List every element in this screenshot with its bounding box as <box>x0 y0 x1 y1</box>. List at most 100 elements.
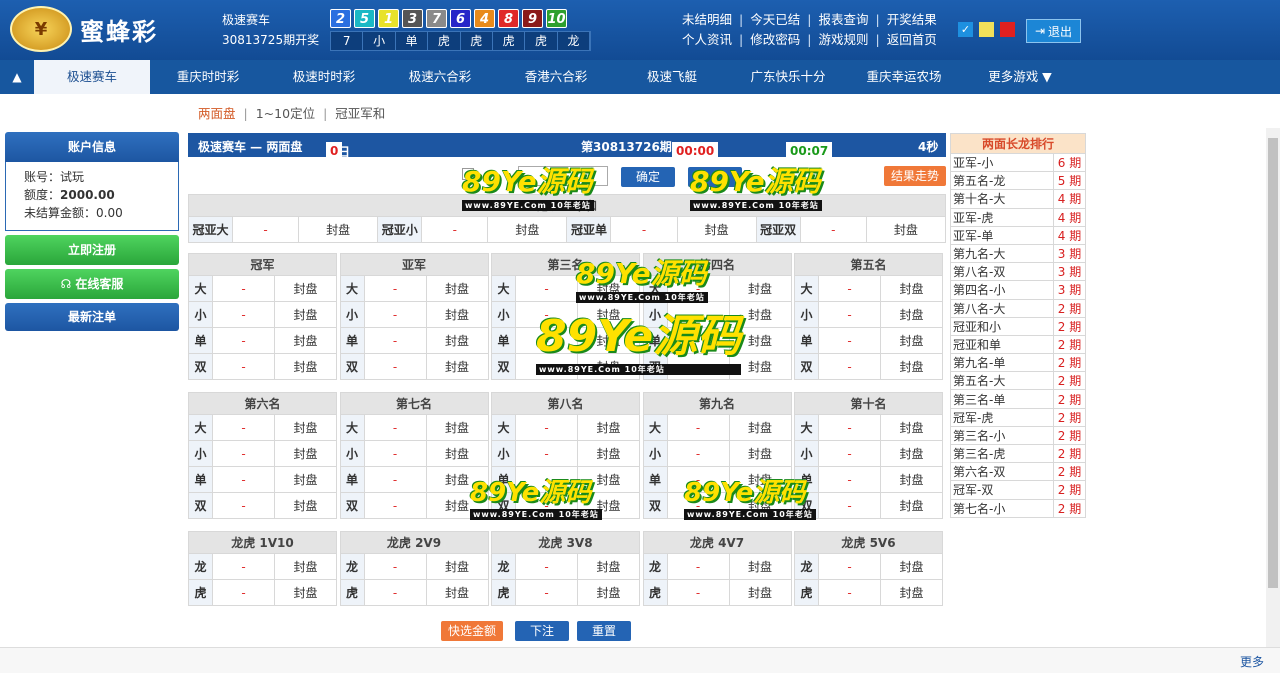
odds-cell[interactable]: - <box>363 414 427 441</box>
odds-cell[interactable]: - <box>363 466 427 493</box>
bet-amount-cell[interactable]: 封盘 <box>880 353 943 380</box>
bet-amount-cell[interactable]: 封盘 <box>728 553 792 580</box>
odds-cell[interactable]: - <box>212 466 275 493</box>
odds-cell[interactable]: - <box>666 466 730 493</box>
bet-amount-cell[interactable]: 封盘 <box>425 275 489 302</box>
odds-cell[interactable]: - <box>818 275 881 302</box>
odds-cell[interactable]: - <box>818 492 881 519</box>
nav-tab[interactable]: 重庆时时彩 <box>150 60 266 94</box>
reset-button[interactable]: 重置 <box>577 621 631 641</box>
odds-cell[interactable]: - <box>666 353 730 380</box>
odds-cell[interactable]: - <box>363 553 427 580</box>
skin-swatch[interactable]: ✓ <box>958 22 973 37</box>
top-link[interactable]: 今天已结 <box>750 12 800 27</box>
odds-cell[interactable]: - <box>818 579 881 606</box>
odds-cell[interactable]: - <box>363 275 427 302</box>
odds-cell[interactable]: - <box>212 275 275 302</box>
bet-amount-cell[interactable]: 封盘 <box>728 492 792 519</box>
bet-amount-cell[interactable]: 封盘 <box>425 466 489 493</box>
bet-amount-cell[interactable]: 封盘 <box>880 579 943 606</box>
place-bet-button[interactable]: 下注 <box>515 621 569 641</box>
nav-tab[interactable]: 重庆幸运农场 <box>846 60 962 94</box>
bet-amount-cell[interactable]: 封盘 <box>274 301 337 328</box>
odds-cell[interactable]: - <box>212 301 275 328</box>
bet-amount-cell[interactable]: 封盘 <box>880 414 943 441</box>
bet-amount-cell[interactable]: 封盘 <box>577 553 640 580</box>
subnav-tab[interactable]: 1~10定位 <box>256 106 315 121</box>
bet-amount-cell[interactable]: 封盘 <box>425 553 489 580</box>
odds-cell[interactable]: - <box>818 414 881 441</box>
bet-amount-cell[interactable]: 封盘 <box>577 440 640 467</box>
nav-tab[interactable]: 极速六合彩 <box>382 60 498 94</box>
bet-amount-cell[interactable]: 封盘 <box>425 353 489 380</box>
odds-cell[interactable]: - <box>818 553 881 580</box>
odds-cell[interactable]: - <box>515 466 578 493</box>
bet-amount-cell[interactable]: 封盘 <box>298 216 379 243</box>
bet-amount-cell[interactable]: 封盘 <box>865 216 947 243</box>
odds-cell[interactable]: - <box>666 414 730 441</box>
bet-amount-cell[interactable]: 封盘 <box>425 327 489 354</box>
top-link[interactable]: 报表查询 <box>818 12 868 27</box>
odds-cell[interactable]: - <box>515 353 578 380</box>
odds-cell[interactable]: - <box>666 327 730 354</box>
top-link[interactable]: 返回首页 <box>887 32 937 47</box>
nav-tab[interactable]: 极速赛车 <box>34 60 150 94</box>
odds-cell[interactable]: - <box>363 353 427 380</box>
bet-amount-cell[interactable]: 封盘 <box>880 492 943 519</box>
bet-amount-cell[interactable]: 封盘 <box>880 275 943 302</box>
bet-amount-cell[interactable]: 封盘 <box>274 440 337 467</box>
bet-amount-cell[interactable]: 封盘 <box>274 553 337 580</box>
odds-cell[interactable]: - <box>212 353 275 380</box>
odds-cell[interactable]: - <box>363 440 427 467</box>
odds-cell[interactable]: - <box>212 414 275 441</box>
odds-cell[interactable]: - <box>212 327 275 354</box>
odds-cell[interactable]: - <box>666 553 730 580</box>
odds-cell[interactable]: - <box>515 275 578 302</box>
bet-amount-cell[interactable]: 封盘 <box>425 301 489 328</box>
bet-amount-cell[interactable]: 封盘 <box>676 216 757 243</box>
odds-cell[interactable]: - <box>515 440 578 467</box>
subnav-tab[interactable]: 两面盘 <box>198 106 236 121</box>
quick-checkbox[interactable] <box>462 168 474 180</box>
brand-logo[interactable]: ¥ 蜜蜂彩 <box>10 6 158 52</box>
odds-cell[interactable]: - <box>363 492 427 519</box>
nav-tab[interactable]: 更多游戏 ▼ <box>962 60 1078 94</box>
bet-amount-cell[interactable]: 封盘 <box>274 353 337 380</box>
bet-amount-cell[interactable]: 封盘 <box>728 327 792 354</box>
bet-amount-cell[interactable]: 封盘 <box>274 327 337 354</box>
odds-cell[interactable]: - <box>818 327 881 354</box>
bet-amount-cell[interactable]: 封盘 <box>274 414 337 441</box>
odds-cell[interactable]: - <box>515 492 578 519</box>
scrollbar-thumb[interactable] <box>1268 138 1278 588</box>
top-link[interactable]: 修改密码 <box>750 32 800 47</box>
bet-amount-cell[interactable]: 封盘 <box>728 301 792 328</box>
bet-amount-cell[interactable]: 封盘 <box>577 492 640 519</box>
odds-cell[interactable]: - <box>363 327 427 354</box>
odds-cell[interactable]: - <box>515 327 578 354</box>
bet-amount-cell[interactable]: 封盘 <box>577 327 640 354</box>
quick-amount-input[interactable] <box>518 166 608 186</box>
latest-bets-button[interactable]: 最新注单 <box>5 303 179 331</box>
bet-amount-cell[interactable]: 封盘 <box>487 216 568 243</box>
bet-amount-cell[interactable]: 封盘 <box>425 414 489 441</box>
bet-amount-cell[interactable]: 封盘 <box>577 414 640 441</box>
odds-cell[interactable]: - <box>363 301 427 328</box>
odds-cell[interactable]: - <box>610 216 678 243</box>
top-link[interactable]: 未结明细 <box>682 12 732 27</box>
odds-cell[interactable]: - <box>818 301 881 328</box>
nav-tab[interactable]: 广东快乐十分 <box>730 60 846 94</box>
odds-cell[interactable]: - <box>666 440 730 467</box>
odds-cell[interactable]: - <box>666 579 730 606</box>
nav-tab[interactable]: 极速时时彩 <box>266 60 382 94</box>
bet-amount-cell[interactable]: 封盘 <box>880 440 943 467</box>
skin-selector[interactable]: ✓ <box>958 22 1015 37</box>
bet-amount-cell[interactable]: 封盘 <box>728 414 792 441</box>
logout-button[interactable]: ⇥ 退出 <box>1026 19 1081 43</box>
register-button[interactable]: 立即注册 <box>5 235 179 265</box>
odds-cell[interactable]: - <box>818 353 881 380</box>
more-link[interactable]: 更多 <box>1240 653 1264 670</box>
bet-amount-cell[interactable]: 封盘 <box>274 466 337 493</box>
quick-amount-button[interactable]: 快选金额 <box>441 621 503 641</box>
bet-amount-cell[interactable]: 封盘 <box>728 440 792 467</box>
skin-swatch[interactable] <box>1000 22 1015 37</box>
